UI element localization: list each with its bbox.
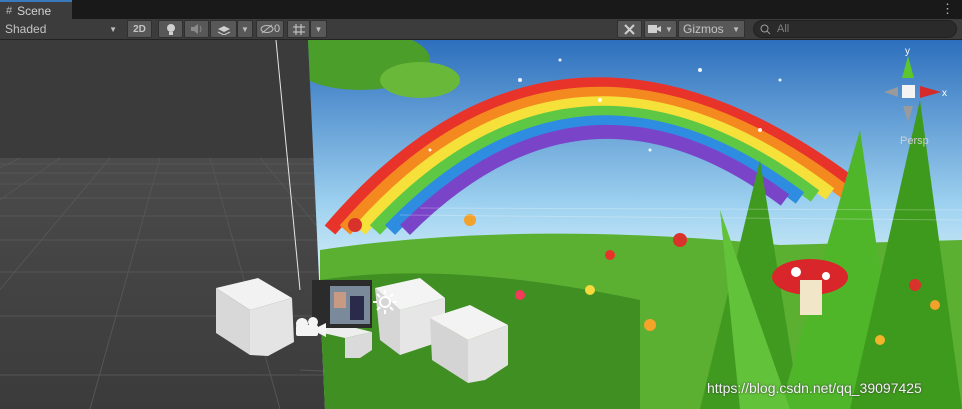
hidden-count: 0 <box>273 23 281 35</box>
camera-icon <box>648 25 662 33</box>
gizmos-dropdown[interactable]: Gizmos ▼ <box>678 20 745 38</box>
audio-toggle-button[interactable] <box>184 20 209 38</box>
grid-toggle-button[interactable] <box>287 20 310 38</box>
chevron-down-icon: ▼ <box>241 24 249 34</box>
rainbow-background-plane <box>308 40 962 409</box>
scene-viewport[interactable]: y x Persp https://blog.csdn.net/qq_39097… <box>0 40 962 409</box>
hierarchy-search-input[interactable]: All <box>753 20 957 38</box>
grid-dropdown[interactable]: ▼ <box>310 20 327 38</box>
unity-scene-window: # Scene ⋮ Shaded ▼ 2D ▼ 0 ▼ ▼ Gizmos ▼ A… <box>0 0 962 409</box>
effects-dropdown[interactable]: ▼ <box>237 20 253 38</box>
more-options-icon[interactable]: ⋮ <box>941 2 954 16</box>
search-icon <box>760 24 771 34</box>
effects-toggle-button[interactable] <box>210 20 237 38</box>
eye-hidden-icon <box>260 24 274 34</box>
toggle-2d-label: 2D <box>133 23 146 35</box>
tab-scene[interactable]: # Scene <box>0 0 72 19</box>
shading-mode-label: Shaded <box>5 22 47 36</box>
hidden-objects-toggle[interactable]: 0 <box>256 20 284 38</box>
tab-scene-label: Scene <box>17 3 52 18</box>
camera-settings-button[interactable]: ▼ <box>644 20 677 38</box>
camera-preview-thumbnail <box>312 280 372 328</box>
gizmos-label: Gizmos <box>683 22 724 36</box>
watermark-text: https://blog.csdn.net/qq_39097425 <box>707 380 922 396</box>
tab-bar: # Scene ⋮ <box>0 0 962 19</box>
toggle-2d-button[interactable]: 2D <box>127 20 152 38</box>
grid-hash-icon: # <box>6 4 13 17</box>
speaker-icon <box>190 24 201 34</box>
shading-mode-dropdown[interactable]: Shaded ▼ <box>0 20 122 38</box>
layers-effects-icon <box>217 26 230 35</box>
lightbulb-icon <box>166 23 175 35</box>
projection-label[interactable]: Persp <box>900 135 929 147</box>
scene-toolbar: Shaded ▼ 2D ▼ 0 ▼ ▼ Gizmos ▼ All <box>0 19 962 40</box>
gizmo-x-label: x <box>942 88 947 99</box>
scene-render <box>0 40 962 409</box>
search-placeholder: All <box>777 23 790 35</box>
tools-toggle-button[interactable] <box>617 20 642 38</box>
chevron-down-icon: ▼ <box>314 24 323 34</box>
tools-icon <box>623 23 635 35</box>
lighting-toggle-button[interactable] <box>158 20 183 38</box>
chevron-down-icon: ▼ <box>109 24 117 34</box>
chevron-down-icon: ▼ <box>732 24 740 34</box>
grid-icon <box>292 23 305 35</box>
gizmo-y-label: y <box>905 46 910 57</box>
chevron-down-icon: ▼ <box>665 24 673 34</box>
